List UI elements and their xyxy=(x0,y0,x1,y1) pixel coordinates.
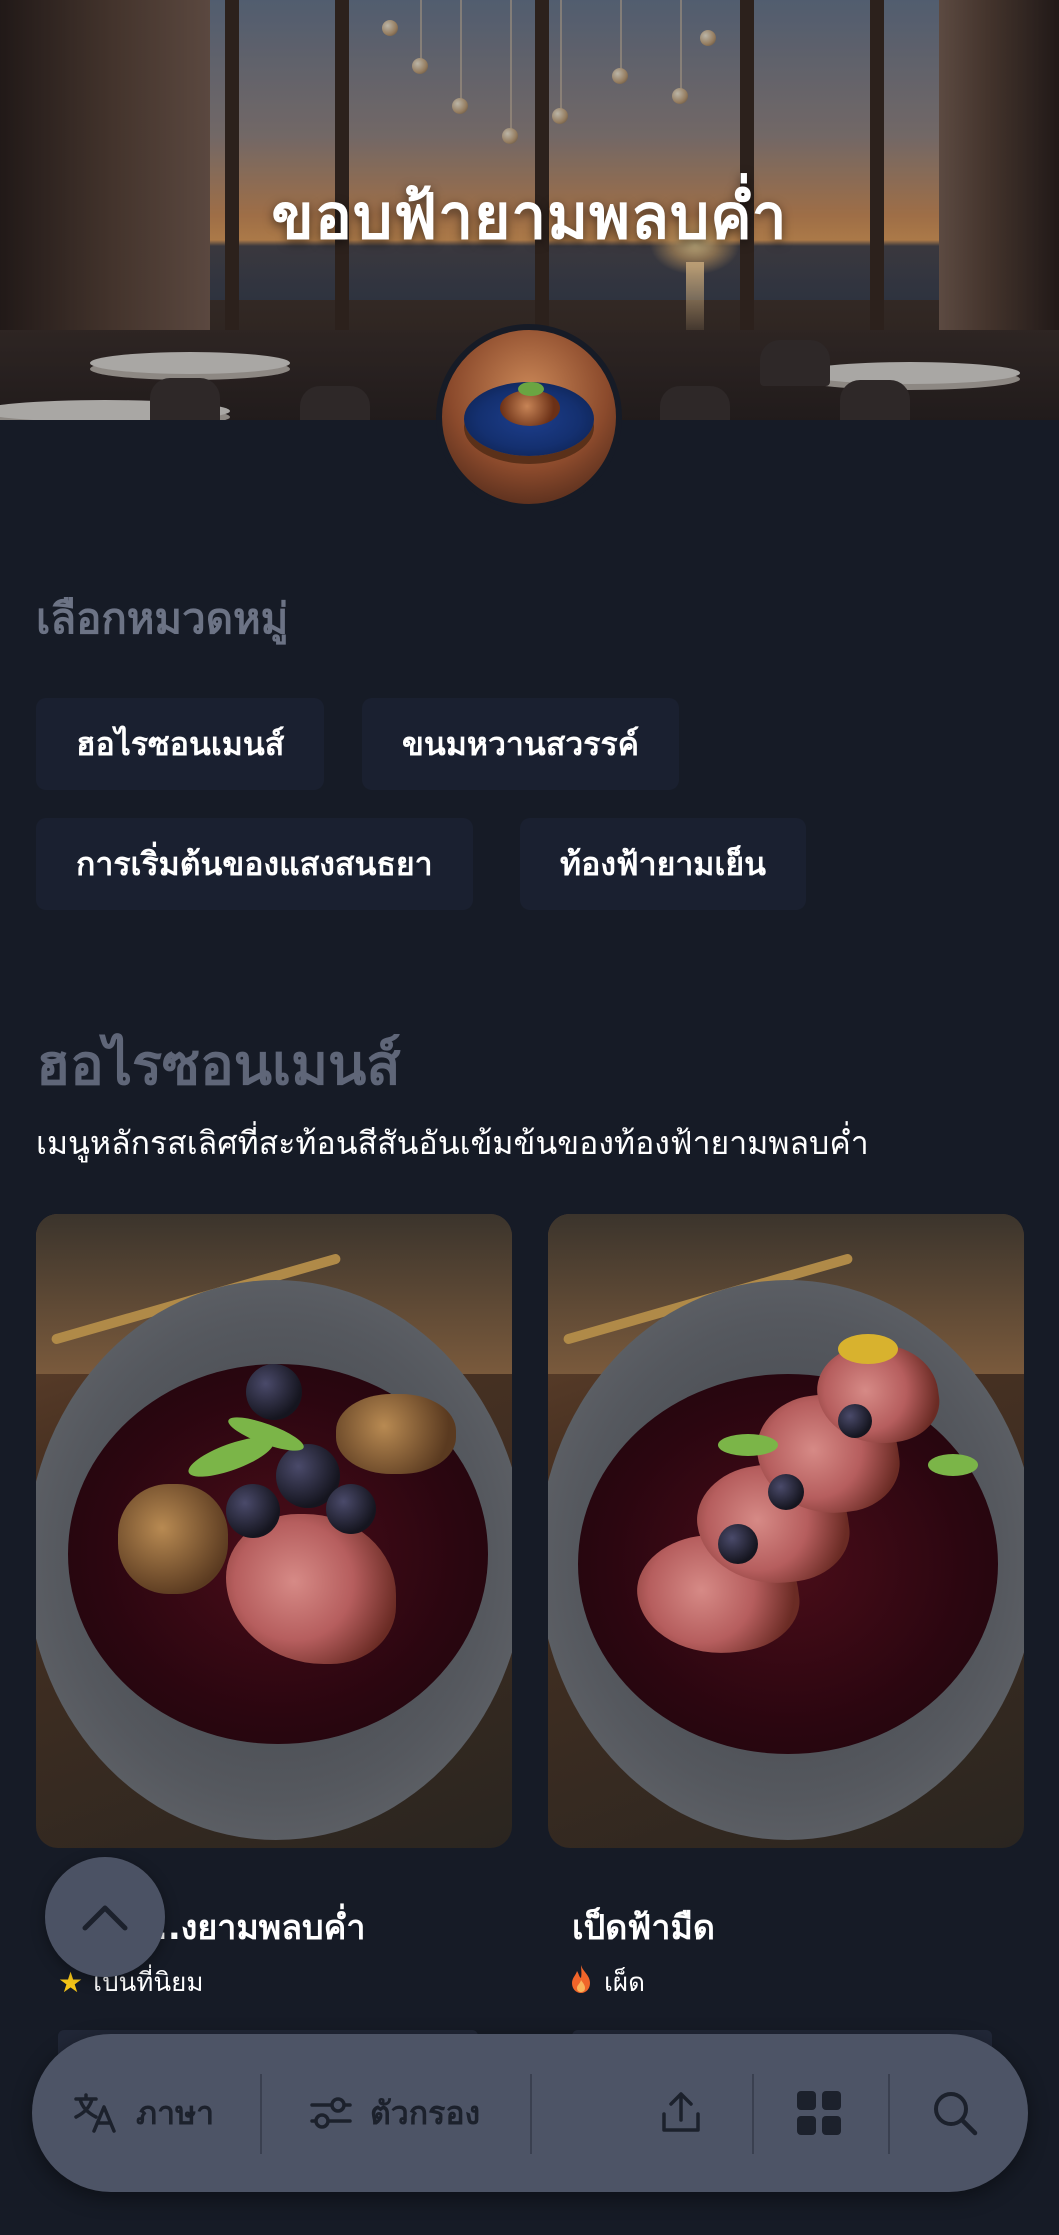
category-chip[interactable]: ฮอไรซอนเมนส์ xyxy=(36,698,325,790)
search-button[interactable] xyxy=(930,2034,980,2192)
toolbar-divider xyxy=(260,2074,262,2154)
dish-berry xyxy=(718,1524,758,1564)
grid-view-button[interactable] xyxy=(794,2034,844,2192)
share-button[interactable] xyxy=(656,2034,706,2192)
sliders-icon xyxy=(308,2093,354,2133)
menu-section-description: เมนูหลักรสเลิศที่สะท้อนสีสันอันเข้มข้นขอ… xyxy=(36,1124,869,1162)
dish-berry xyxy=(326,1484,376,1534)
category-chip[interactable]: ท้องฟ้ายามเย็น xyxy=(520,818,806,910)
page: ขอบฟ้ายามพลบค่ำ เลือกหมวดหมู่ ฮอไรซอนเมน… xyxy=(0,0,1059,2235)
category-chip[interactable]: ขนมหวานสวรรค์ xyxy=(362,698,680,790)
fire-icon xyxy=(568,1964,594,2001)
page-title: ขอบฟ้ายามพลบค่ำ xyxy=(271,180,788,253)
dish-berry xyxy=(226,1484,280,1538)
menu-item-name[interactable]: ...งยามพลบค่ำ xyxy=(142,1900,365,1954)
dish-berry xyxy=(246,1364,302,1420)
search-icon xyxy=(930,2088,980,2138)
chevron-up-icon xyxy=(82,1905,128,1931)
dish-herb xyxy=(838,1334,898,1364)
dish-herb xyxy=(718,1434,778,1456)
menu-item-image[interactable] xyxy=(548,1214,1024,1848)
category-chip[interactable]: การเริ่มต้นของแสงสนธยา xyxy=(36,818,473,910)
bottom-toolbar: ภาษา ตัวกรอง xyxy=(32,2034,1028,2192)
restaurant-avatar xyxy=(436,324,622,510)
menu-item-image[interactable] xyxy=(36,1214,512,1848)
filter-button[interactable]: ตัวกรอง xyxy=(308,2034,480,2192)
filter-label: ตัวกรอง xyxy=(370,2093,481,2132)
toolbar-divider xyxy=(752,2074,754,2154)
toolbar-divider xyxy=(888,2074,890,2154)
language-label: ภาษา xyxy=(136,2093,215,2132)
language-button[interactable]: ภาษา xyxy=(72,2034,214,2192)
menu-item-tag-label: เผ็ด xyxy=(604,1968,646,1998)
menu-section-title: ฮอไรซอนเมนส์ xyxy=(36,1033,401,1098)
share-icon xyxy=(656,2088,706,2138)
dish-herb xyxy=(928,1454,978,1476)
dish-mushroom xyxy=(336,1394,456,1474)
dish-berry xyxy=(838,1404,872,1438)
toolbar-divider xyxy=(530,2074,532,2154)
scroll-to-top-button[interactable] xyxy=(45,1857,165,1977)
grid-icon xyxy=(794,2088,844,2138)
dish-mushroom xyxy=(118,1484,228,1594)
category-section-label: เลือกหมวดหมู่ xyxy=(36,594,289,643)
avatar-herb xyxy=(518,382,544,396)
menu-item-tag: เผ็ด xyxy=(568,1962,645,2003)
menu-item-name[interactable]: เป็ดฟ้ามืด xyxy=(572,1900,715,1954)
dish-berry xyxy=(768,1474,804,1510)
translate-icon xyxy=(72,2091,120,2135)
